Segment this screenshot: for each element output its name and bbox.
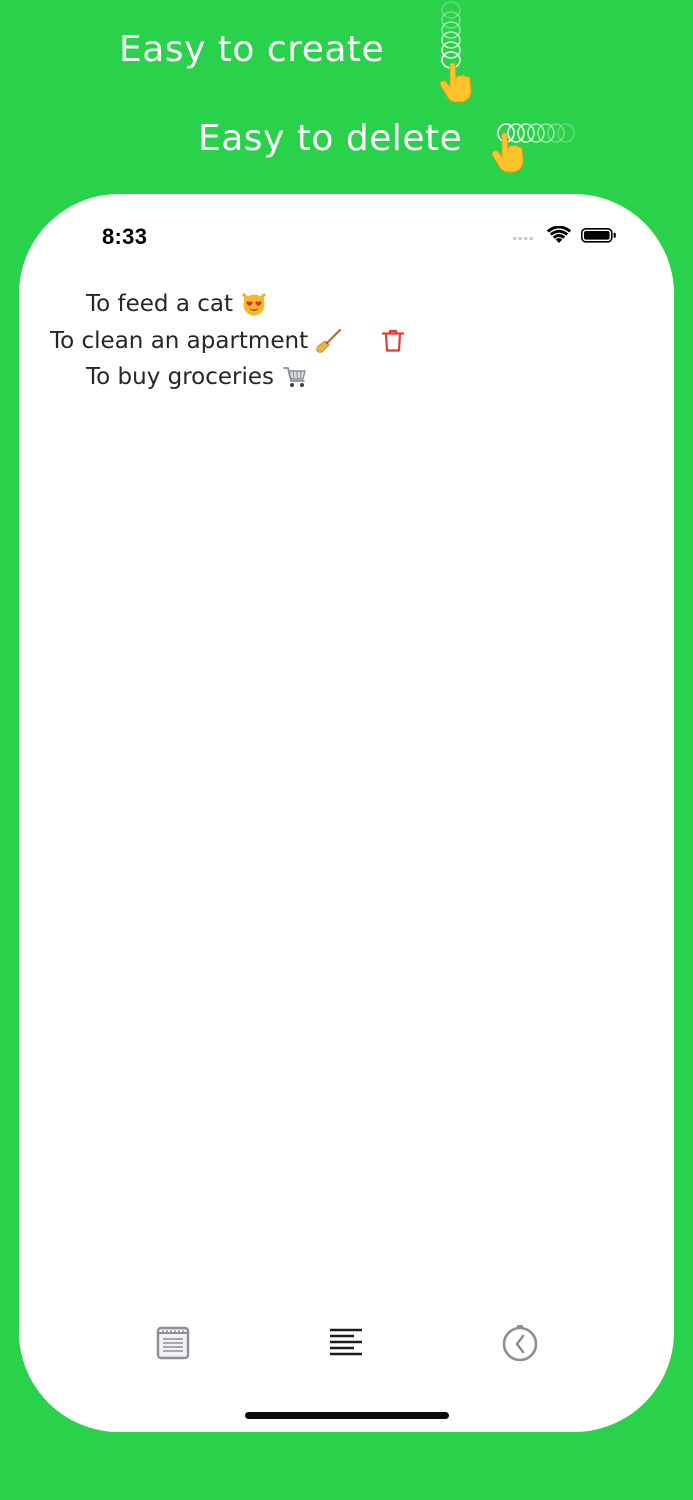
swipe-down-gesture-icon [439, 1, 472, 103]
cellular-signal-icon [513, 237, 533, 240]
shopping-cart-emoji-icon [283, 367, 306, 387]
tab-history[interactable] [490, 1312, 550, 1374]
trash-icon [381, 329, 405, 352]
delete-button[interactable] [380, 328, 406, 354]
tab-notes[interactable] [143, 1312, 203, 1374]
list-lines-icon [330, 1328, 362, 1356]
todo-item-text: To feed a cat [86, 291, 233, 317]
swipe-left-gesture-icon [491, 123, 575, 173]
todo-item-text: To buy groceries [86, 364, 275, 390]
phone-screen: 8:33 To feed a cat To clean an apartment… [19, 194, 674, 1432]
tab-bar [19, 1312, 674, 1378]
home-indicator[interactable] [245, 1412, 449, 1419]
todo-item-text: To clean an apartment [50, 328, 309, 354]
status-icons [513, 226, 616, 243]
broom-emoji-icon [316, 328, 342, 353]
todo-item[interactable]: To buy groceries [86, 359, 308, 395]
todo-item[interactable]: To feed a cat [86, 286, 267, 322]
status-time: 8:33 [102, 224, 148, 249]
tab-list[interactable] [316, 1312, 376, 1374]
easy-to-delete-caption: Easy to delete [198, 118, 463, 159]
wifi-icon [546, 226, 572, 243]
easy-to-create-caption: Easy to create [119, 29, 385, 70]
clock-history-icon [502, 1325, 538, 1362]
notepad-icon [156, 1326, 190, 1360]
status-bar: 8:33 [19, 194, 674, 274]
heart-eyes-cat-emoji-icon [242, 293, 266, 316]
todo-item-swiped[interactable]: To clean an apartment [50, 323, 342, 359]
battery-icon [581, 228, 616, 243]
